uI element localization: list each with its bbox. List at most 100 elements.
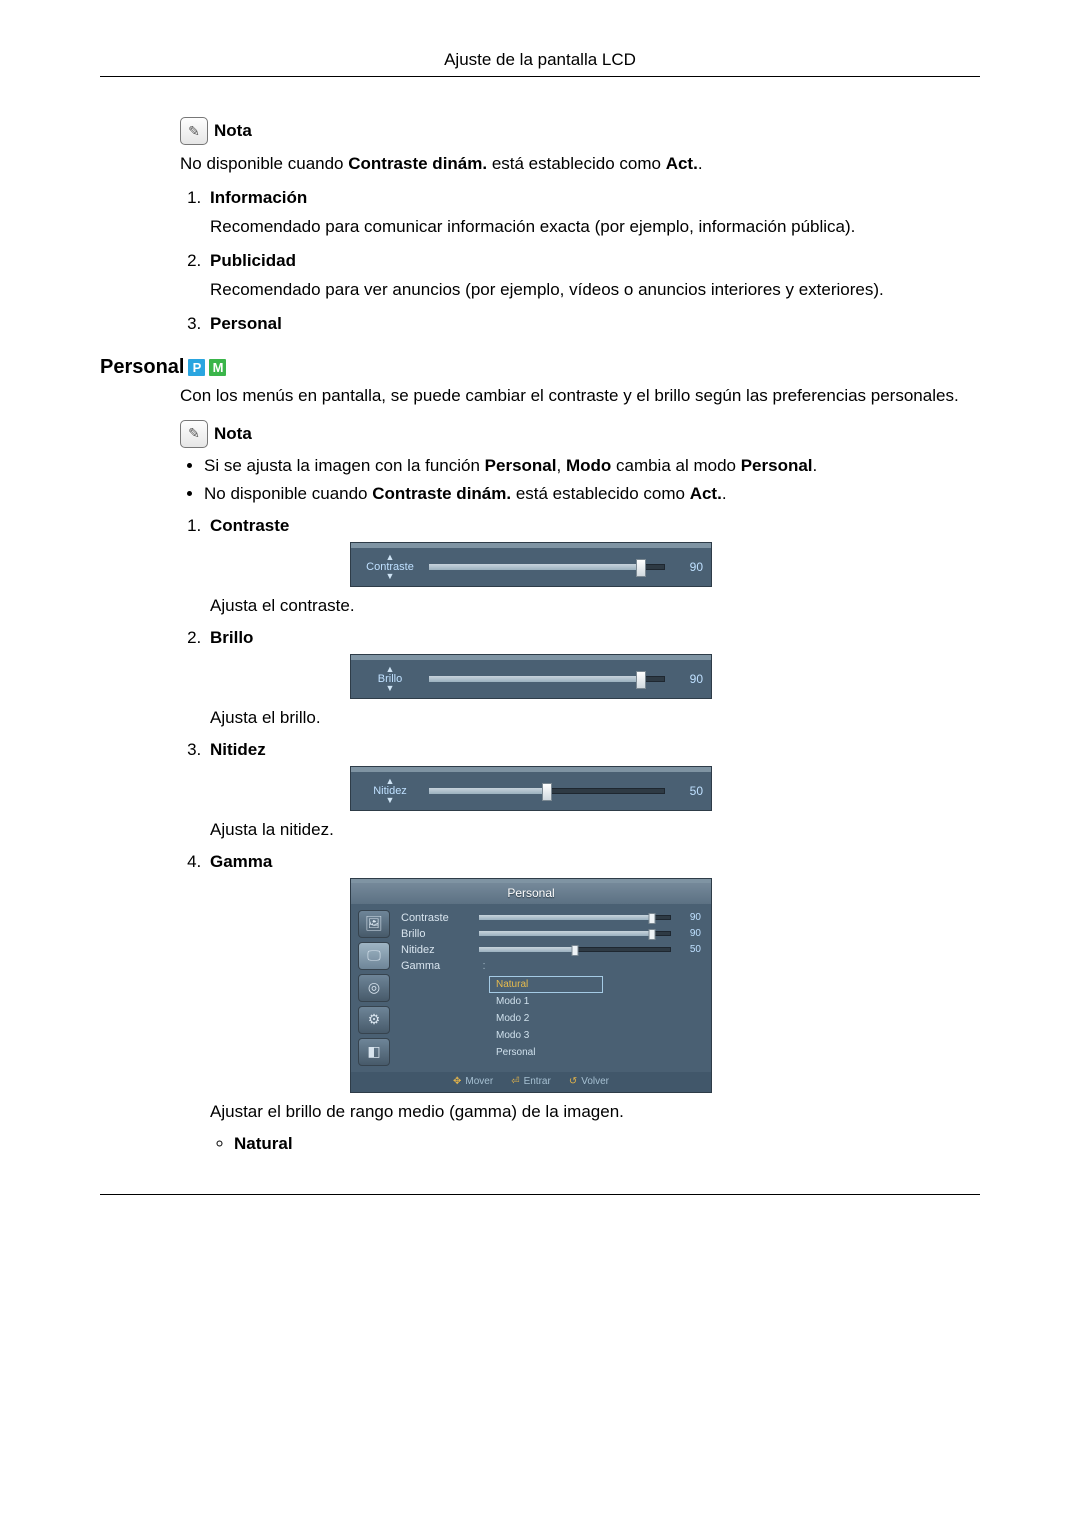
t: Modo [566, 456, 611, 475]
setup-tab-icon[interactable]: ⚙ [358, 1006, 390, 1034]
t: Personal [485, 456, 557, 475]
osd-row[interactable]: Gamma : [401, 958, 701, 974]
t: Personal [741, 456, 813, 475]
setting-desc: Ajustar el brillo de rango medio (gamma)… [210, 1101, 980, 1124]
osd-slider-thumb[interactable] [636, 671, 646, 689]
t: Act. [690, 484, 722, 503]
osd-option[interactable]: Modo 1 [489, 993, 603, 1010]
bullet-item: Si se ajusta la imagen con la función Pe… [204, 456, 980, 476]
osd-sidebar: 🖼 🖵 ◎ ⚙ ◧ [351, 904, 397, 1072]
osd-option[interactable]: Modo 3 [489, 1027, 603, 1044]
osd-menu-title: Personal [351, 883, 711, 904]
osd-row-label: Contraste [401, 912, 471, 924]
t: . [722, 484, 727, 503]
osd-footer-move: ✥ Mover [453, 1076, 493, 1087]
osd-slider-track[interactable] [429, 564, 665, 570]
osd-slider-panel: ▲ Contraste ▼ 90 [350, 542, 712, 587]
osd-slider-track[interactable] [429, 788, 665, 794]
screen-tab-icon[interactable]: 🖵 [358, 942, 390, 970]
pencil-icon [180, 420, 208, 448]
list-item-title: Publicidad [210, 251, 296, 270]
t: Contraste dinám. [372, 484, 511, 503]
t: está establecido como [511, 484, 690, 503]
osd-dots: : [479, 960, 489, 972]
note-bullets: Si se ajusta la imagen con la función Pe… [180, 456, 980, 504]
osd-main: Contraste 90 Brillo 90 [397, 904, 711, 1072]
f-label: Entrar [524, 1076, 551, 1087]
badge-p-icon: P [188, 359, 205, 376]
t: . [813, 456, 818, 475]
osd-slider-fill [429, 676, 641, 682]
arrow-down-icon: ▼ [351, 797, 429, 804]
osd-slider-fill [429, 564, 641, 570]
setting-desc: Ajusta el contraste. [210, 595, 980, 618]
header-rule [100, 76, 980, 77]
osd-footer: ✥ Mover ⏎ Entrar ↺Volver [351, 1072, 711, 1092]
t: cambia al modo [611, 456, 740, 475]
t: Si se ajusta la imagen con la función [204, 456, 485, 475]
setting-item: Brillo ▲ Brillo ▼ [206, 628, 980, 730]
osd-slider-track[interactable] [429, 676, 665, 682]
footer-rule [100, 1194, 980, 1195]
osd-label: ▲ Brillo ▼ [351, 666, 429, 692]
osd-row[interactable]: Contraste 90 [401, 910, 701, 926]
joystick-icon: ✥ [453, 1076, 461, 1087]
setting-title: Nitidez [210, 740, 266, 759]
osd-row-label: Nitidez [401, 944, 471, 956]
osd-footer-return: ↺Volver [569, 1076, 609, 1087]
list-item-desc: Recomendado para comunicar información e… [210, 216, 980, 239]
osd-menu-panel: Personal 🖼 🖵 ◎ ⚙ ◧ Contra [350, 878, 712, 1093]
osd-row-label: Gamma [401, 960, 471, 972]
osd-option[interactable]: Modo 2 [489, 1010, 603, 1027]
osd-row-bar [479, 931, 671, 936]
t: No disponible cuando [204, 484, 372, 503]
setting-item: Contraste ▲ Contraste ▼ [206, 516, 980, 618]
picture-tab-icon[interactable]: 🖼 [358, 910, 390, 938]
note-label: Nota [214, 424, 252, 444]
note-text-bold: Act. [666, 154, 698, 173]
setting-title: Gamma [210, 852, 272, 871]
note-text-part: . [698, 154, 703, 173]
arrow-up-icon: ▲ [351, 554, 429, 561]
page-header: Ajuste de la pantalla LCD [100, 50, 980, 76]
mode-list: Información Recomendado para comunicar i… [180, 188, 980, 334]
arrow-down-icon: ▼ [351, 573, 429, 580]
note-block: Nota [180, 117, 980, 145]
osd-option[interactable]: Natural [489, 976, 603, 993]
osd-row-label: Brillo [401, 928, 471, 940]
setting-item: Gamma Personal 🖼 🖵 ◎ ⚙ ◧ [206, 852, 980, 1154]
badge-m-icon: M [209, 359, 226, 376]
f-label: Mover [465, 1076, 493, 1087]
multi-tab-icon[interactable]: ◧ [358, 1038, 390, 1066]
osd-row-val: 90 [679, 912, 701, 923]
setting-title: Contraste [210, 516, 289, 535]
osd-slider-thumb[interactable] [636, 559, 646, 577]
setting-desc: Ajusta el brillo. [210, 707, 980, 730]
osd-row-val: 50 [679, 944, 701, 955]
osd-row-val: 90 [679, 928, 701, 939]
osd-slider-thumb[interactable] [542, 783, 552, 801]
section-title: Personal [100, 356, 184, 379]
osd-row-bar [479, 947, 671, 952]
settings-list: Contraste ▲ Contraste ▼ [180, 516, 980, 1154]
osd-row[interactable]: Brillo 90 [401, 926, 701, 942]
osd-label: ▲ Nitidez ▼ [351, 778, 429, 804]
t: , [556, 456, 565, 475]
osd-label: ▲ Contraste ▼ [351, 554, 429, 580]
section-intro: Con los menús en pantalla, se puede camb… [180, 385, 980, 408]
note-text-part: está establecido como [487, 154, 666, 173]
f-label: Volver [581, 1076, 609, 1087]
osd-footer-enter: ⏎ Entrar [511, 1076, 551, 1087]
osd-row[interactable]: Nitidez 50 [401, 942, 701, 958]
osd-slider-fill [429, 788, 547, 794]
osd-slider-panel: ▲ Nitidez ▼ 50 [350, 766, 712, 811]
arrow-up-icon: ▲ [351, 666, 429, 673]
osd-value: 90 [673, 560, 711, 574]
osd-slider-panel: ▲ Brillo ▼ 90 [350, 654, 712, 699]
section-heading: Personal P M [100, 356, 980, 379]
sound-tab-icon[interactable]: ◎ [358, 974, 390, 1002]
osd-option[interactable]: Personal [489, 1044, 603, 1061]
enter-icon: ⏎ [511, 1076, 519, 1087]
list-item-title: Personal [210, 314, 282, 333]
gamma-sub-item: Natural [234, 1134, 980, 1154]
